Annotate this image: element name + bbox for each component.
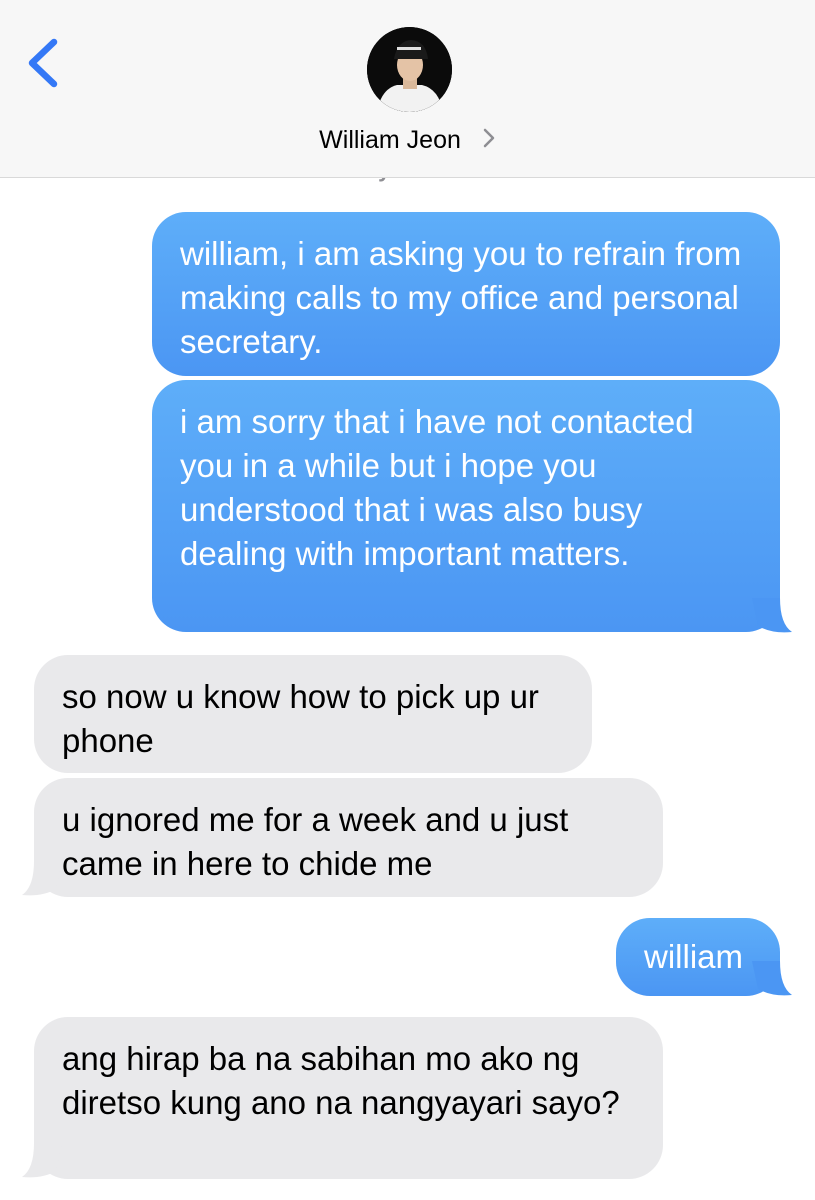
message-text: william, i am asking you to refrain from… [180, 235, 742, 360]
received-bubble-tail [22, 861, 62, 896]
sent-message-bubble[interactable]: i am sorry that i have not contacted you… [152, 380, 780, 632]
message-text: so now u know how to pick up ur phone [62, 678, 539, 759]
received-message-bubble[interactable]: u ignored me for a week and u just came … [34, 778, 663, 897]
chevron-right-icon [482, 121, 496, 161]
message-text: i am sorry that i have not contacted you… [180, 403, 694, 572]
message-text: william [644, 938, 743, 975]
received-message-bubble[interactable]: so now u know how to pick up ur phone [34, 655, 592, 773]
message-text: u ignored me for a week and u just came … [62, 801, 569, 882]
chevron-left-icon [28, 38, 58, 88]
contact-avatar[interactable] [367, 27, 452, 112]
avatar-photo [367, 27, 452, 112]
message-text: ang hirap ba na sabihan mo ako ng direts… [62, 1040, 620, 1121]
received-bubble-tail [22, 1143, 62, 1178]
sent-bubble-tail [752, 598, 792, 633]
sent-message-bubble[interactable]: william, i am asking you to refrain from… [152, 212, 780, 376]
contact-name-button[interactable]: William Jeon [0, 120, 815, 161]
back-button[interactable] [20, 32, 70, 94]
received-message-bubble[interactable]: ang hirap ba na sabihan mo ako ng direts… [34, 1017, 663, 1179]
sent-bubble-tail [752, 961, 792, 996]
conversation-header: William Jeon [0, 0, 815, 178]
contact-name: William Jeon [319, 126, 461, 154]
